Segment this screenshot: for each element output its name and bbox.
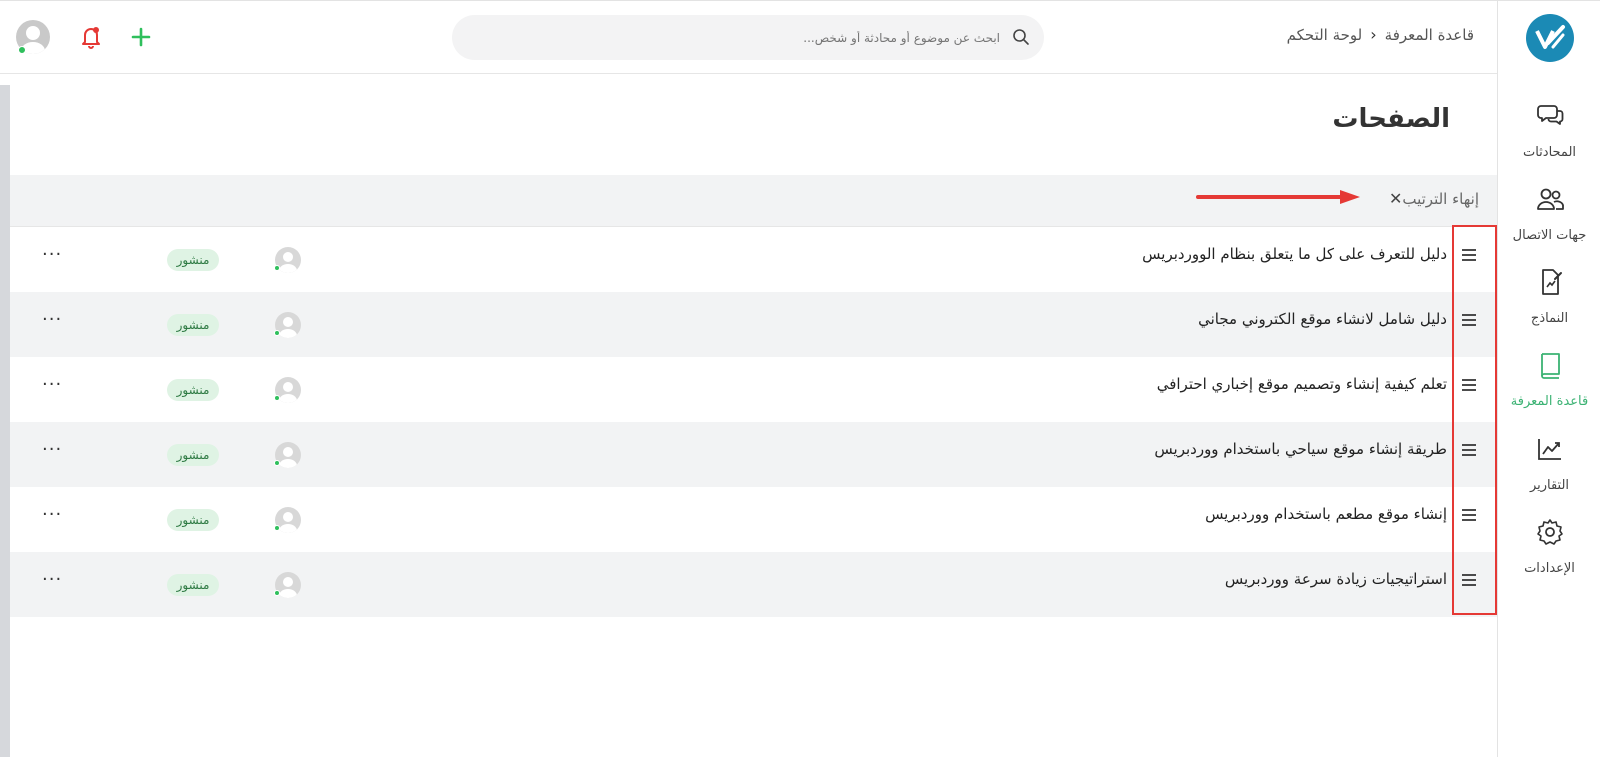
notifications-button[interactable] [80, 25, 102, 53]
sidebar-item-label: قاعدة المعرفة [1510, 394, 1589, 409]
online-status-dot [274, 395, 280, 401]
page-title: الصفحات [1332, 104, 1450, 134]
sidebar: المحادثات جهات الاتصال النماذج قاعدة الم… [1497, 0, 1600, 757]
page-title-link[interactable]: استراتيجيات زيادة سرعة ووردبريس [1225, 570, 1447, 588]
page-title-link[interactable]: طريقة إنشاء موقع سياحي باستخدام ووردبريس [1154, 440, 1447, 458]
list-item[interactable]: استراتيجيات زيادة سرعة ووردبريس منشور ··… [10, 552, 1497, 617]
page-title-link[interactable]: تعلم كيفية إنشاء وتصميم موقع إخباري احتر… [1157, 375, 1447, 393]
sidebar-item-knowledge-base[interactable]: قاعدة المعرفة [1498, 346, 1600, 422]
forms-icon [1541, 269, 1562, 295]
drag-handle-icon[interactable] [1461, 247, 1477, 266]
chevron-left-icon: ‹ [1370, 25, 1377, 44]
more-options-button[interactable]: ··· [42, 504, 62, 525]
sidebar-item-label: جهات الاتصال [1512, 228, 1587, 243]
pages-list: دليل للتعرف على كل ما يتعلق بنظام الوورد… [10, 227, 1497, 617]
annotation-arrow-icon [1196, 190, 1360, 204]
more-options-button[interactable]: ··· [42, 569, 62, 590]
sidebar-item-conversations[interactable]: المحادثات [1498, 97, 1600, 173]
more-options-button[interactable]: ··· [42, 439, 62, 460]
end-sort-button[interactable]: ✕ إنهاء الترتيب [1381, 189, 1479, 208]
contacts-icon [1536, 188, 1564, 210]
online-status-dot [274, 330, 280, 336]
search-bar[interactable] [452, 15, 1044, 60]
drag-handle-icon[interactable] [1461, 377, 1477, 396]
online-status-dot [274, 265, 280, 271]
status-badge: منشور [167, 509, 219, 531]
list-item[interactable]: تعلم كيفية إنشاء وتصميم موقع إخباري احتر… [10, 357, 1497, 422]
logo-icon [1535, 25, 1565, 49]
page-title-link[interactable]: إنشاء موقع مطعم باستخدام ووردبريس [1205, 505, 1447, 523]
sidebar-item-contacts[interactable]: جهات الاتصال [1498, 180, 1600, 256]
sidebar-item-label: النماذج [1530, 311, 1569, 326]
list-item[interactable]: دليل شامل لانشاء موقع الكتروني مجاني منش… [10, 292, 1497, 357]
online-status-dot [274, 590, 280, 596]
status-badge: منشور [167, 314, 219, 336]
sidebar-item-settings[interactable]: الإعدادات [1498, 513, 1600, 589]
status-badge: منشور [167, 444, 219, 466]
online-status-dot [274, 525, 280, 531]
list-item[interactable]: إنشاء موقع مطعم باستخدام ووردبريس منشور … [10, 487, 1497, 552]
chart-icon [1537, 439, 1561, 460]
close-icon: ✕ [1388, 189, 1403, 208]
gear-icon [1536, 519, 1563, 545]
top-bar: لوحة التحكم ‹ قاعدة المعرفة [0, 0, 1497, 74]
list-item[interactable]: طريقة إنشاء موقع سياحي باستخدام ووردبريس… [10, 422, 1497, 487]
breadcrumb-dashboard[interactable]: لوحة التحكم [1287, 26, 1363, 44]
add-button[interactable] [131, 27, 151, 51]
sidebar-item-label: الإعدادات [1524, 561, 1575, 576]
app-logo[interactable] [1526, 14, 1574, 62]
status-badge: منشور [167, 379, 219, 401]
sidebar-item-forms[interactable]: النماذج [1498, 263, 1600, 339]
chat-icon [1536, 105, 1563, 125]
sidebar-item-reports[interactable]: التقارير [1498, 430, 1600, 506]
drag-handle-icon[interactable] [1461, 507, 1477, 526]
page-title-link[interactable]: دليل شامل لانشاء موقع الكتروني مجاني [1198, 310, 1447, 328]
sidebar-item-label: المحادثات [1522, 145, 1577, 160]
list-item[interactable]: دليل للتعرف على كل ما يتعلق بنظام الوورد… [10, 227, 1497, 292]
more-options-button[interactable]: ··· [42, 309, 62, 330]
drag-handle-icon[interactable] [1461, 312, 1477, 331]
sidebar-item-label: التقارير [1529, 478, 1570, 493]
more-options-button[interactable]: ··· [42, 244, 62, 265]
drag-handle-icon[interactable] [1461, 442, 1477, 461]
scrollbar[interactable] [0, 85, 10, 757]
search-icon [1013, 29, 1029, 45]
breadcrumb: لوحة التحكم ‹ قاعدة المعرفة [1287, 25, 1474, 44]
page-title-link[interactable]: دليل للتعرف على كل ما يتعلق بنظام الوورد… [1142, 245, 1447, 263]
status-badge: منشور [167, 249, 219, 271]
online-status-dot [274, 460, 280, 466]
breadcrumb-knowledge-base[interactable]: قاعدة المعرفة [1385, 26, 1474, 44]
status-badge: منشور [167, 574, 219, 596]
online-status-dot [18, 46, 26, 54]
plus-icon [131, 27, 151, 47]
drag-handle-icon[interactable] [1461, 572, 1477, 591]
more-options-button[interactable]: ··· [42, 374, 62, 395]
end-sort-label: إنهاء الترتيب [1402, 189, 1479, 208]
book-icon [1540, 353, 1560, 379]
search-input[interactable] [472, 15, 1000, 60]
bell-icon [82, 27, 100, 49]
